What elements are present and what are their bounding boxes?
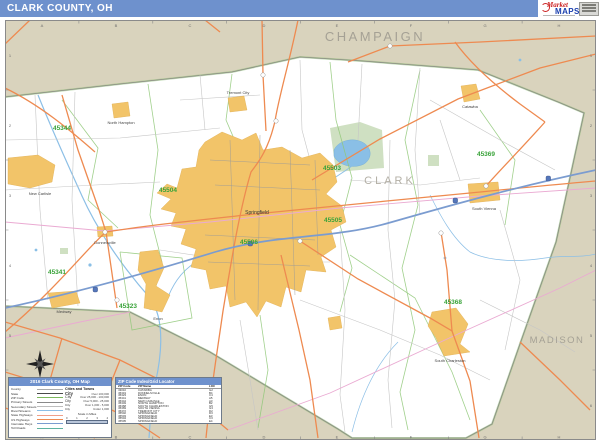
town-label: New Carlisle xyxy=(29,191,52,196)
reservoir-lake xyxy=(334,140,370,167)
page-title: CLARK COUNTY, OH xyxy=(0,0,538,17)
zip-label: 45369 xyxy=(477,151,495,158)
interstate-shield-icon xyxy=(453,198,458,203)
town-label: Enon xyxy=(153,316,162,321)
town-label: Springfield xyxy=(245,210,269,216)
window-title-bar: CLARK COUNTY, OH xyxy=(0,0,538,17)
svg-text:B: B xyxy=(115,23,118,28)
zip-label: 45368 xyxy=(444,299,462,306)
legend-line-river xyxy=(37,410,63,411)
svg-text:A: A xyxy=(41,23,44,28)
zip-label: 45506 xyxy=(240,239,258,246)
svg-text:D: D xyxy=(263,23,266,28)
table-row: 45506SPRINGFIELDD4 xyxy=(116,423,221,425)
legend-line-state-hwy xyxy=(37,415,63,416)
county-label-madison: MADISON xyxy=(530,335,585,346)
zip-label: 45323 xyxy=(119,303,137,310)
page: CLARK COUNTY, OH Market MAPS xyxy=(0,0,600,442)
interstate-shield-icon xyxy=(93,287,98,292)
svg-text:D: D xyxy=(263,435,266,440)
svg-text:B: B xyxy=(115,435,118,440)
zip-label: 45344 xyxy=(53,125,71,132)
legend-line-samples: County State ZIP Code Primary Streets Se… xyxy=(11,387,63,430)
legend-line-state xyxy=(37,393,63,394)
legend-title: 2016 Clark County, OH Map xyxy=(9,378,111,386)
zip-label: 45505 xyxy=(324,217,342,224)
svg-text:E: E xyxy=(336,435,339,440)
legend-cities-column: Cities and Towns CityOver 100,000 CityOv… xyxy=(63,387,109,430)
legend-line-zip xyxy=(37,397,63,398)
zip-index-title: ZIP Code Index/Grid Locator xyxy=(116,378,221,385)
zip-label: 45341 xyxy=(48,269,66,276)
legend-line-secondary xyxy=(37,406,63,407)
scale-bar-graphic xyxy=(66,420,108,424)
logo-tagline-bar xyxy=(543,15,575,16)
svg-text:G: G xyxy=(483,23,486,28)
guarantee-badge xyxy=(579,2,599,16)
town-label: Donnelsville xyxy=(94,240,116,245)
marketmaps-logo: Market MAPS xyxy=(541,1,577,17)
county-label-clark: CLARK xyxy=(364,175,416,187)
svg-text:C: C xyxy=(189,23,192,28)
zip-label: 45503 xyxy=(323,165,341,172)
town-label: Medway xyxy=(57,309,72,314)
town-label: Catawba xyxy=(462,104,479,109)
svg-text:E: E xyxy=(336,23,339,28)
svg-text:C: C xyxy=(189,435,192,440)
svg-text:G: G xyxy=(483,435,486,440)
svg-text:H: H xyxy=(558,435,561,440)
zip-label: 45504 xyxy=(159,187,177,194)
town-label: North Hampton xyxy=(107,120,134,125)
interstate-shield-icon xyxy=(546,176,551,181)
legend-line-us-hwy xyxy=(37,419,63,420)
highway-shield-icon xyxy=(103,230,107,234)
svg-text:H: H xyxy=(558,23,561,28)
zip-code-index: ZIP Code Index/Grid Locator ZIP CodeZIP … xyxy=(115,377,222,424)
county-label-champaign: CHAMPAIGN xyxy=(325,29,425,44)
legend-line-interstate xyxy=(37,423,63,424)
scale-bar: Scale in Miles 01234 xyxy=(65,412,109,424)
highway-shield-icon xyxy=(274,119,278,123)
legend-line-primary xyxy=(37,402,63,403)
town-label: South Vienna xyxy=(472,206,497,211)
legend-line-toll xyxy=(37,428,63,429)
town-label: South Charleston xyxy=(435,358,466,363)
legend-line-county xyxy=(37,389,63,390)
town-label: Tremont City xyxy=(227,90,250,95)
map-legend: 2016 Clark County, OH Map County State Z… xyxy=(8,377,112,438)
